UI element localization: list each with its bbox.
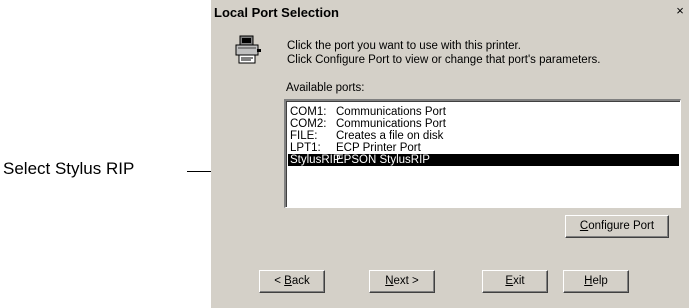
dialog-title: Local Port Selection (214, 5, 339, 20)
next-mnemonic: N (385, 275, 394, 287)
port-name: COM2: (290, 118, 327, 130)
port-name: LPT1: (290, 142, 321, 154)
list-item-lpt1[interactable]: LPT1: ECP Printer Port (288, 142, 679, 154)
back-label: ack (291, 275, 310, 287)
next-button[interactable]: Next > (369, 270, 435, 293)
instruction-line-2: Click Configure Port to view or change t… (287, 54, 601, 66)
back-button[interactable]: < Back (259, 270, 325, 293)
available-ports-label: Available ports: (286, 82, 365, 94)
list-item-file[interactable]: FILE: Creates a file on disk (288, 130, 679, 142)
next-label: ext > (393, 275, 419, 287)
exit-mnemonic: E (505, 275, 514, 287)
configure-port-button[interactable]: Configure Port (565, 215, 669, 238)
close-icon[interactable]: × (674, 4, 686, 17)
exit-button[interactable]: Exit (482, 270, 548, 293)
port-description: EPSON StylusRIP (336, 154, 430, 166)
configure-mnemonic: C (579, 220, 589, 232)
local-port-selection-dialog: Local Port Selection × Click the port yo… (211, 0, 689, 308)
list-item-com2[interactable]: COM2: Communications Port (288, 118, 679, 130)
help-button[interactable]: Help (563, 270, 629, 293)
port-name: FILE: (290, 130, 318, 142)
exit-label: xit (513, 275, 525, 287)
printer-icon (234, 35, 262, 65)
list-item-com1[interactable]: COM1: Communications Port (288, 106, 679, 118)
port-name: COM1: (290, 106, 327, 118)
back-prefix: < (274, 275, 285, 287)
instruction-line-1: Click the port you want to use with this… (287, 40, 521, 52)
port-description: Creates a file on disk (336, 130, 444, 142)
callout-label: Select Stylus RIP (3, 159, 135, 178)
list-item-stylusrip[interactable]: StylusRIP: EPSON StylusRIP (288, 154, 679, 166)
port-description: Communications Port (336, 118, 446, 130)
port-description: Communications Port (336, 106, 446, 118)
ports-listbox[interactable]: COM1: Communications Port COM2: Communic… (284, 99, 681, 208)
help-label: elp (592, 275, 608, 287)
configure-label: onfigure Port (588, 220, 655, 232)
back-mnemonic: B (284, 275, 292, 287)
port-description: ECP Printer Port (336, 142, 421, 154)
title-bar: Local Port Selection × (211, 0, 689, 25)
